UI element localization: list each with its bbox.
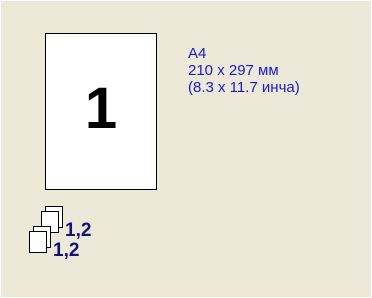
page-setup-preview-panel: 1 A4 210 x 297 мм (8.3 x 11.7 инча) 1,2 … [1,1,371,297]
collate-copies-icon: 1,2 1,2 [15,206,125,276]
sheet-icon [29,231,47,253]
paper-size-inches: (8.3 x 11.7 инча) [188,79,300,96]
paper-size-name: A4 [188,45,207,62]
paper-size-info: A4 210 x 297 мм (8.3 x 11.7 инча) [188,45,300,96]
paper-size-mm: 210 x 297 мм [188,62,279,79]
page-preview-icon: 1 [45,33,157,190]
page-number: 1 [84,76,118,141]
collate-label-top: 1,2 [65,220,92,241]
collate-label-bottom: 1,2 [53,240,80,261]
